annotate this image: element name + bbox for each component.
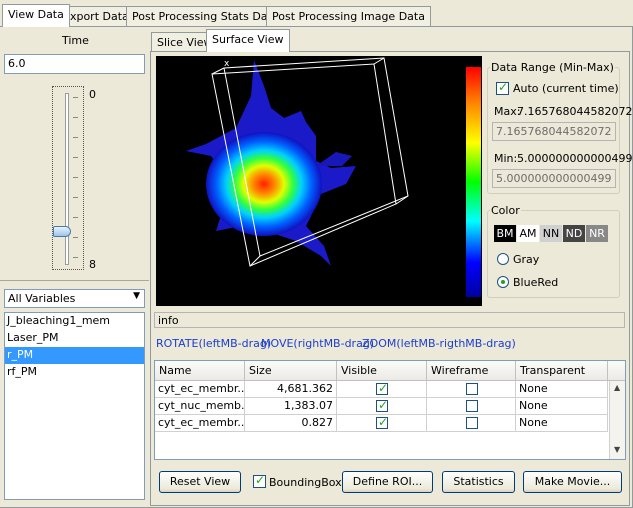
- table-scrollbar[interactable]: ▲ ▼: [609, 381, 625, 459]
- time-label: Time: [62, 34, 89, 47]
- rotate-hint: ROTATE(leftMB-drag): [156, 337, 272, 350]
- cell-size: 0.827: [245, 415, 337, 432]
- variable-list-item[interactable]: rf_PM: [5, 364, 144, 381]
- time-input[interactable]: 6.0: [4, 54, 145, 74]
- wireframe-checkbox[interactable]: [466, 383, 478, 395]
- bluered-radio[interactable]: [497, 276, 509, 288]
- chevron-down-icon: ▼: [133, 291, 140, 301]
- tab-post-processing-stats-data[interactable]: Post Processing Stats Data: [126, 6, 285, 26]
- variable-list-item[interactable]: J_bleaching1_mem: [5, 313, 144, 330]
- max-value: 7.165768044582072: [517, 105, 633, 118]
- define-roi-button[interactable]: Define ROI...: [342, 471, 433, 493]
- cell-name: cyt_nuc_memb...: [155, 398, 245, 415]
- cell-visible[interactable]: [337, 381, 427, 398]
- table-header-name[interactable]: Name: [155, 361, 245, 381]
- slider-thumb[interactable]: [53, 225, 71, 237]
- bluered-label: BlueRed: [513, 276, 559, 289]
- cell-name: cyt_ec_membr...: [155, 415, 245, 432]
- cell-wireframe[interactable]: [427, 415, 516, 432]
- min-field[interactable]: 5.000000000000499: [492, 169, 616, 188]
- bounding-box-checkbox[interactable]: [253, 473, 266, 488]
- table-header-size[interactable]: Size: [245, 361, 337, 381]
- tab-surface-view[interactable]: Surface View: [206, 29, 290, 52]
- slider-max-label: 8: [89, 258, 96, 271]
- table-row[interactable]: cyt_nuc_memb...1,383.07 None: [155, 398, 609, 415]
- surface-viewer[interactable]: x: [156, 56, 482, 306]
- color-scale-bar: [465, 66, 482, 298]
- tab-view-data[interactable]: View Data: [2, 4, 70, 27]
- max-field[interactable]: 7.165768044582072: [492, 122, 616, 141]
- make-movie-button[interactable]: Make Movie...: [523, 471, 622, 493]
- color-button-am[interactable]: AM: [517, 225, 539, 242]
- color-title: Color: [490, 204, 521, 217]
- color-button-nr[interactable]: NR: [586, 225, 608, 242]
- table-row[interactable]: cyt_ec_membr...4,681.362 None: [155, 381, 609, 398]
- cell-transparent: None: [516, 381, 608, 398]
- scroll-down-icon[interactable]: ▼: [614, 445, 620, 454]
- table-row[interactable]: cyt_ec_membr...0.827 None: [155, 415, 609, 432]
- gray-radio[interactable]: [497, 253, 509, 265]
- info-field: info: [154, 312, 625, 328]
- zoom-hint: ZOOM(leftMB-rigthMB-drag): [362, 337, 516, 350]
- table-header-visible[interactable]: Visible: [337, 361, 427, 381]
- cell-wireframe[interactable]: [427, 398, 516, 415]
- cell-transparent: None: [516, 415, 608, 432]
- variables-list: J_bleaching1_mem Laser_PM r_PM rf_PM: [4, 312, 145, 500]
- auto-range-label: Auto (current time): [513, 82, 619, 95]
- cell-transparent: None: [516, 398, 608, 415]
- wireframe-checkbox[interactable]: [466, 400, 478, 412]
- time-slider[interactable]: [52, 86, 84, 270]
- cell-name: cyt_ec_membr...: [155, 381, 245, 398]
- visible-checkbox[interactable]: [376, 398, 388, 412]
- table-header-wireframe[interactable]: Wireframe: [427, 361, 516, 381]
- tab-post-processing-image-data[interactable]: Post Processing Image Data: [266, 6, 431, 26]
- surface-table: Name Size Visible Wireframe Transparent …: [154, 360, 626, 460]
- cell-surface-render: [186, 57, 409, 267]
- variable-list-item[interactable]: r_PM: [5, 347, 144, 364]
- visible-checkbox[interactable]: [376, 415, 388, 429]
- slider-min-label: 0: [89, 88, 96, 101]
- cell-visible[interactable]: [337, 398, 427, 415]
- color-button-bm[interactable]: BM: [494, 225, 516, 242]
- min-value: 5.000000000000499: [517, 152, 633, 165]
- color-button-nd[interactable]: ND: [563, 225, 585, 242]
- reset-view-button[interactable]: Reset View: [159, 471, 241, 493]
- bounding-box-label: BoundingBox: [269, 476, 342, 489]
- divider: [0, 280, 149, 281]
- gray-label: Gray: [513, 253, 540, 266]
- dropdown-value: All Variables: [8, 292, 76, 305]
- statistics-button[interactable]: Statistics: [442, 471, 515, 493]
- color-button-nn[interactable]: NN: [540, 225, 562, 242]
- scroll-up-icon[interactable]: ▲: [614, 383, 620, 392]
- slider-track: [65, 93, 69, 265]
- move-hint: MOVE(rightMB-drag): [261, 337, 375, 350]
- visible-checkbox[interactable]: [376, 381, 388, 395]
- wireframe-checkbox[interactable]: [466, 417, 478, 429]
- table-header-transparent[interactable]: Transparent: [516, 361, 608, 381]
- cell-visible[interactable]: [337, 415, 427, 432]
- auto-range-checkbox[interactable]: [496, 80, 509, 95]
- variables-dropdown[interactable]: All Variables ▼: [4, 289, 145, 308]
- variable-list-item[interactable]: Laser_PM: [5, 330, 144, 347]
- data-range-title: Data Range (Min-Max): [490, 61, 615, 74]
- cell-size: 4,681.362: [245, 381, 337, 398]
- cell-wireframe[interactable]: [427, 381, 516, 398]
- min-label: Min:: [494, 152, 518, 165]
- axis-label: x: [224, 59, 230, 69]
- cell-size: 1,383.07: [245, 398, 337, 415]
